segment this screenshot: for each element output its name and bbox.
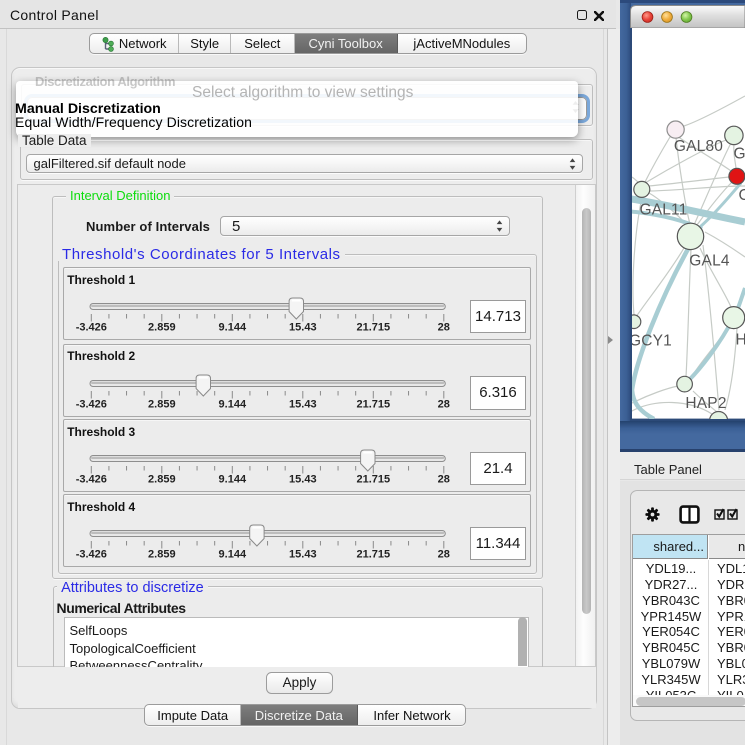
svg-text:2.859: 2.859 [148, 322, 176, 334]
svg-text:15.43: 15.43 [289, 474, 317, 486]
svg-text:G...: G... [734, 146, 745, 163]
svg-text:21.715: 21.715 [356, 322, 390, 334]
svg-text:2.859: 2.859 [148, 549, 176, 561]
svg-text:21.715: 21.715 [356, 549, 390, 561]
svg-text:-3.426: -3.426 [75, 549, 106, 561]
svg-text:28: 28 [437, 549, 449, 561]
svg-text:21.715: 21.715 [356, 474, 390, 486]
svg-text:15.43: 15.43 [289, 549, 317, 561]
svg-text:15.43: 15.43 [289, 398, 317, 410]
svg-text:21.715: 21.715 [356, 398, 390, 410]
svg-text:28: 28 [437, 322, 449, 334]
svg-text:-3.426: -3.426 [75, 474, 106, 486]
svg-text:-3.426: -3.426 [75, 398, 106, 410]
svg-text:9.144: 9.144 [218, 549, 246, 561]
svg-text:2.859: 2.859 [148, 474, 176, 486]
svg-text:GCY1: GCY1 [629, 333, 672, 350]
svg-text:GAL11: GAL11 [639, 202, 687, 219]
svg-text:-3.426: -3.426 [75, 322, 106, 334]
svg-text:GAL80: GAL80 [674, 138, 723, 155]
svg-text:HAP2: HAP2 [685, 395, 726, 412]
svg-text:9.144: 9.144 [218, 322, 246, 334]
svg-text:9.144: 9.144 [218, 398, 246, 410]
svg-text:15.43: 15.43 [289, 322, 317, 334]
svg-text:GAL4: GAL4 [689, 253, 730, 270]
svg-text:2.859: 2.859 [148, 398, 176, 410]
svg-text:28: 28 [437, 398, 449, 410]
svg-text:C: C [739, 187, 745, 204]
svg-text:28: 28 [437, 474, 449, 486]
svg-text:9.144: 9.144 [218, 474, 246, 486]
svg-text:H: H [736, 332, 745, 349]
